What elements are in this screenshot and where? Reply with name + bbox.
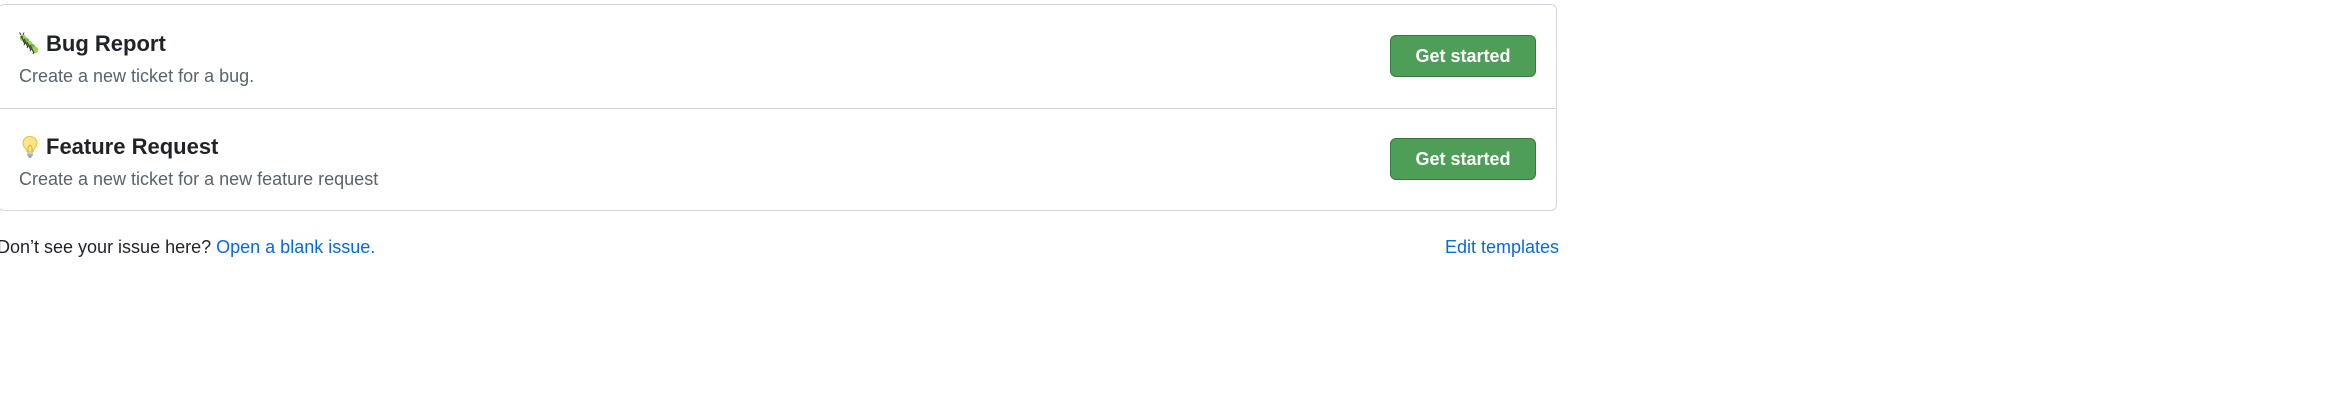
template-title-text: Bug Report — [46, 31, 166, 56]
template-description: Create a new ticket for a bug. — [19, 66, 255, 86]
template-title-text: Feature Request — [46, 134, 219, 159]
issue-template-list: Bug Report Create a new ticket for a bug… — [0, 4, 1557, 211]
template-row-bug-report: Bug Report Create a new ticket for a bug… — [0, 5, 1556, 109]
footer-prompt: Don’t see your issue here? Open a blank … — [0, 237, 375, 258]
get-started-button-bug-report[interactable]: Get started — [1390, 35, 1536, 77]
template-description: Create a new ticket for a new feature re… — [19, 169, 379, 189]
template-title: Feature Request — [19, 133, 218, 161]
get-started-button-feature-request[interactable]: Get started — [1390, 138, 1536, 180]
light-bulb-icon — [19, 135, 41, 159]
footer-prompt-text: Don’t see your issue here? — [0, 237, 212, 257]
template-title: Bug Report — [19, 30, 166, 58]
caterpillar-icon — [19, 32, 41, 56]
template-row-feature-request: Feature Request Create a new ticket for … — [0, 108, 1556, 211]
open-blank-issue-link[interactable]: Open a blank issue. — [216, 237, 375, 257]
edit-templates-link[interactable]: Edit templates — [1445, 237, 1559, 258]
